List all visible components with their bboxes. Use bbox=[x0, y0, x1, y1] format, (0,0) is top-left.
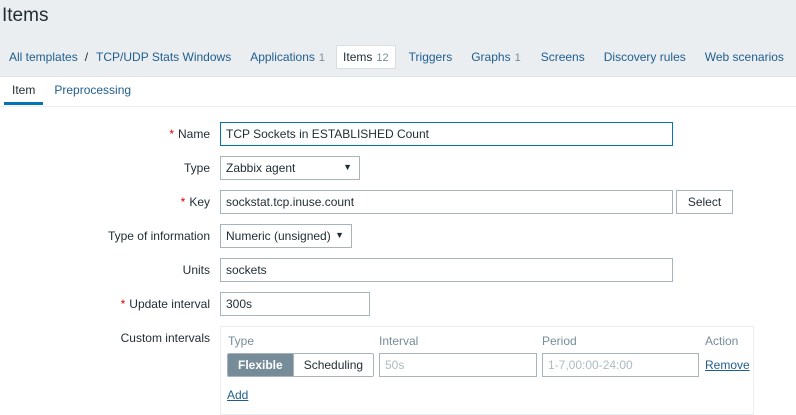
tab-applications[interactable]: Applications 1 bbox=[250, 50, 325, 64]
breadcrumb-template[interactable]: TCP/UDP Stats Windows bbox=[96, 50, 231, 64]
name-input[interactable]: TCP Sockets in ESTABLISHED Count bbox=[220, 122, 673, 146]
form-tabs: Item Preprocessing bbox=[4, 77, 139, 105]
interval-type-toggle: Flexible Scheduling bbox=[227, 353, 375, 377]
tab-triggers[interactable]: Triggers bbox=[409, 50, 453, 64]
ci-header-period: Period bbox=[542, 334, 577, 348]
tab-discovery-rules[interactable]: Discovery rules bbox=[604, 50, 686, 64]
breadcrumb-all-templates[interactable]: All templates bbox=[9, 50, 78, 64]
item-form: Item Preprocessing * Name TCP Sockets in … bbox=[0, 76, 796, 415]
flexible-option[interactable]: Flexible bbox=[228, 354, 293, 376]
items-label: Items bbox=[343, 50, 373, 64]
ci-header-interval: Interval bbox=[379, 334, 419, 348]
name-row: * Name TCP Sockets in ESTABLISHED Count bbox=[0, 122, 796, 146]
units-input[interactable]: sockets bbox=[220, 258, 673, 282]
items-count: 12 bbox=[376, 52, 389, 64]
required-mark: * bbox=[120, 297, 126, 311]
units-row: Units sockets bbox=[0, 258, 796, 282]
ci-header-type: Type bbox=[228, 334, 255, 348]
graphs-label: Graphs bbox=[471, 50, 511, 64]
tab-preprocessing[interactable]: Preprocessing bbox=[46, 77, 139, 105]
key-row: * Key sockstat.tcp.inuse.count Select bbox=[0, 190, 796, 214]
tab-items[interactable]: Items 12 bbox=[336, 45, 396, 69]
key-select-button[interactable]: Select bbox=[676, 190, 733, 214]
type-label: Type bbox=[183, 161, 210, 175]
units-label: Units bbox=[182, 263, 210, 277]
scheduling-option[interactable]: Scheduling bbox=[292, 354, 374, 376]
tab-screens[interactable]: Screens bbox=[541, 50, 585, 64]
key-label-wrap: * Key bbox=[181, 195, 210, 209]
required-mark: * bbox=[180, 195, 186, 209]
name-label-wrap: * Name bbox=[169, 127, 210, 141]
type-select-value: Zabbix agent bbox=[226, 161, 296, 175]
interval-input[interactable]: 50s bbox=[379, 353, 537, 377]
type-row: Type Zabbix agent ▼ bbox=[0, 156, 796, 180]
custom-intervals-label: Custom intervals bbox=[120, 331, 210, 345]
ci-header-action: Action bbox=[705, 334, 739, 348]
triangle-down-icon: ▼ bbox=[343, 162, 352, 172]
custom-intervals-table: Type Interval Period Action Flexible Sch… bbox=[220, 326, 754, 415]
tab-item[interactable]: Item bbox=[4, 77, 44, 105]
add-interval-link[interactable]: Add bbox=[227, 388, 248, 402]
update-interval-row: * Update interval 300s bbox=[0, 292, 796, 316]
name-label: Name bbox=[177, 127, 210, 141]
remove-interval-link[interactable]: Remove bbox=[705, 358, 750, 372]
period-input[interactable]: 1-7,00:00-24:00 bbox=[542, 353, 699, 377]
type-select[interactable]: Zabbix agent ▼ bbox=[220, 156, 360, 180]
tab-web-scenarios[interactable]: Web scenarios bbox=[705, 50, 784, 64]
key-input[interactable]: sockstat.tcp.inuse.count bbox=[220, 190, 673, 214]
applications-count: 1 bbox=[318, 52, 326, 64]
breadcrumb: All templates / TCP/UDP Stats Windows Ap… bbox=[0, 43, 796, 71]
type-of-information-row: Type of information Numeric (unsigned) ▼ bbox=[0, 224, 796, 248]
update-interval-input[interactable]: 300s bbox=[220, 292, 370, 316]
triangle-down-icon: ▼ bbox=[335, 230, 344, 240]
update-interval-label: Update interval bbox=[129, 297, 210, 311]
tab-graphs[interactable]: Graphs 1 bbox=[471, 50, 520, 64]
page-title: Items bbox=[2, 5, 49, 26]
required-mark: * bbox=[169, 127, 174, 141]
graphs-count: 1 bbox=[514, 52, 521, 64]
key-label: Key bbox=[189, 195, 210, 209]
applications-label: Applications bbox=[250, 50, 315, 64]
tabs-divider bbox=[0, 106, 796, 107]
update-interval-label-wrap: * Update interval bbox=[121, 297, 210, 311]
type-of-information-value: Numeric (unsigned) bbox=[226, 229, 331, 243]
type-of-information-label: Type of information bbox=[107, 229, 210, 243]
breadcrumb-separator: / bbox=[84, 50, 89, 64]
type-of-information-select[interactable]: Numeric (unsigned) ▼ bbox=[220, 224, 352, 248]
